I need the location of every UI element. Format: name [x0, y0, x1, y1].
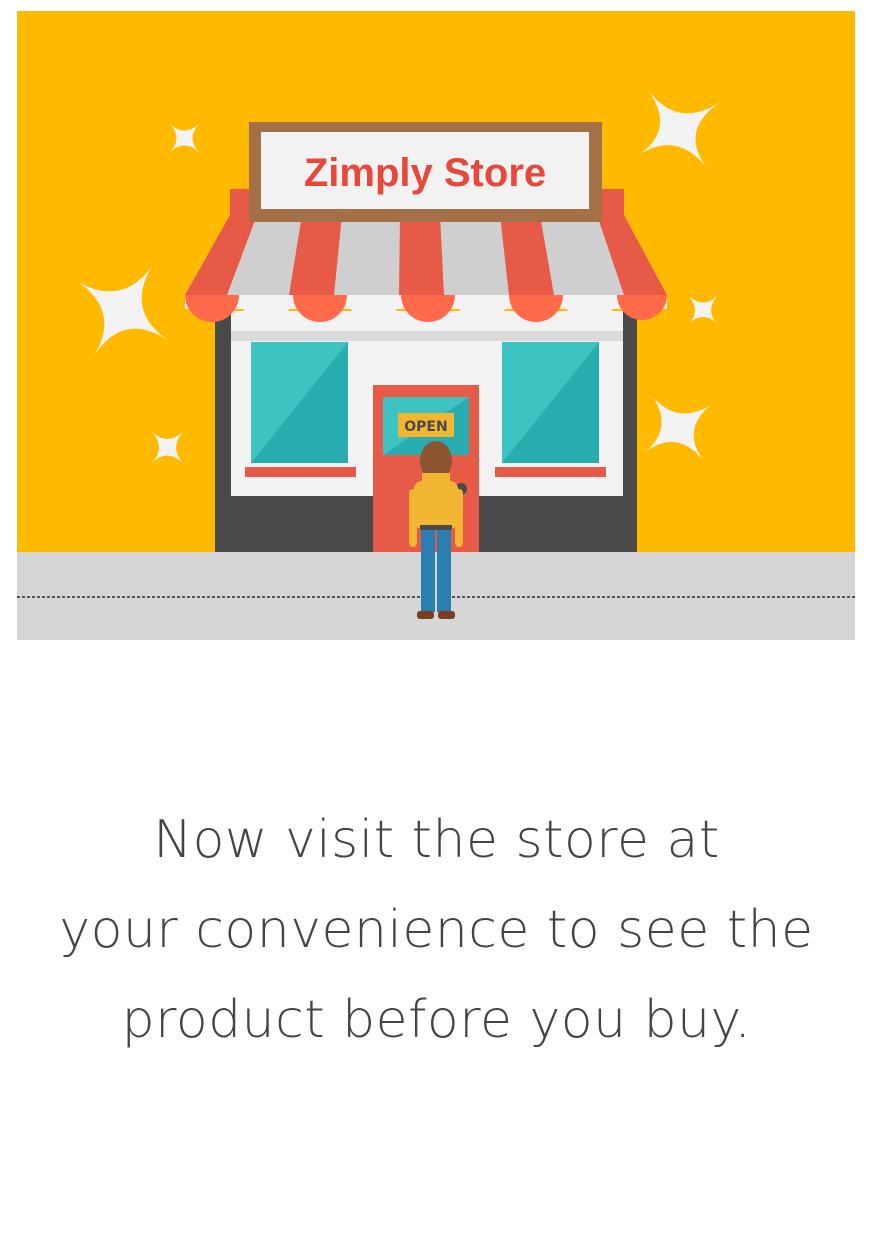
caption-line-3: product before you buy.	[121, 990, 752, 1050]
store-sign-text: Zimply Store	[304, 151, 546, 195]
store-signboard: Zimply Store	[249, 122, 602, 222]
open-sign-text: OPEN	[404, 419, 447, 435]
store-illustration: Zimply Store OPEN	[17, 11, 855, 640]
caption-text: Now visit the store at your convenience …	[0, 795, 873, 1065]
caption-line-2: your convenience to see the	[59, 900, 814, 960]
caption-line-1: Now visit the store at	[153, 810, 720, 870]
